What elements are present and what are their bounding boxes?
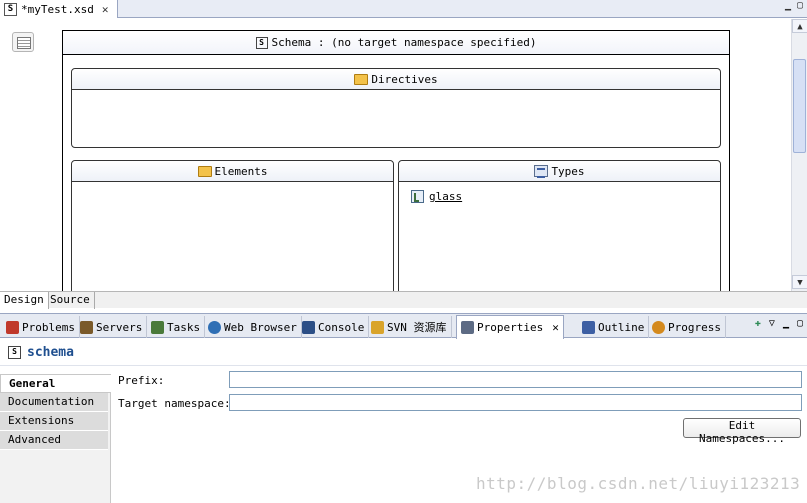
properties-title-bar: S schema <box>0 339 807 366</box>
globe-icon <box>208 320 221 334</box>
target-namespace-label: Target namespace: <box>118 397 231 410</box>
pin-icon[interactable]: ✚ <box>755 318 761 329</box>
schema-header-label: Schema : (no target namespace specified) <box>271 36 537 49</box>
scroll-down-icon[interactable]: ▼ <box>792 275 807 289</box>
editor-tab-label: *myTest.xsd <box>21 2 94 16</box>
view-buttons: ✚ ▽ ▁ ▢ <box>755 318 803 329</box>
close-icon[interactable]: ✕ <box>102 3 109 16</box>
properties-section-list: General Documentation Extensions Advance… <box>0 374 111 503</box>
design-canvas: S Schema : (no target namespace specifie… <box>0 19 791 291</box>
scroll-thumb[interactable] <box>793 59 806 153</box>
minimize-icon[interactable]: ▁ <box>783 318 789 329</box>
editor-tab-strip: S *myTest.xsd ✕ ▁ ▢ <box>0 0 807 18</box>
tab-label: Progress <box>668 320 721 334</box>
tab-design[interactable]: Design <box>0 292 49 309</box>
prefix-field[interactable] <box>229 371 802 388</box>
prefix-label: Prefix: <box>118 374 165 387</box>
scroll-up-icon[interactable]: ▲ <box>792 19 807 33</box>
tab-label: SVN 资源库 <box>387 321 447 334</box>
tab-web-browser[interactable]: Web Browser <box>204 316 302 338</box>
type-item-label: glass <box>429 190 463 203</box>
view-tab-strip: Problems Servers Tasks Web Browser Conso… <box>0 313 807 339</box>
view-menu-icon[interactable]: ▽ <box>769 318 775 329</box>
tab-source[interactable]: Source <box>46 292 95 309</box>
types-panel[interactable]: Types glass <box>398 160 721 291</box>
elements-header: Elements <box>72 161 393 182</box>
progress-icon <box>652 320 665 334</box>
problems-icon <box>6 320 19 334</box>
directives-label: Directives <box>371 72 438 86</box>
servers-icon <box>80 320 93 334</box>
target-namespace-field[interactable] <box>229 394 802 411</box>
editor-window-buttons: ▁ ▢ <box>785 0 803 11</box>
elements-panel[interactable]: Elements <box>71 160 394 291</box>
outline-icon <box>582 320 595 334</box>
properties-title: schema <box>27 344 74 360</box>
directives-panel[interactable]: Directives <box>71 68 721 148</box>
tab-label: Problems <box>22 320 75 334</box>
tab-label: Console <box>318 320 365 334</box>
type-item-glass[interactable]: glass <box>411 190 462 203</box>
section-extensions[interactable]: Extensions <box>0 412 108 431</box>
tab-progress[interactable]: Progress <box>648 316 726 338</box>
watermark: http://blog.csdn.net/liuyi123213 <box>476 474 801 493</box>
section-general[interactable]: General <box>0 374 111 393</box>
tab-label: Properties <box>477 321 544 334</box>
element-folder-icon <box>197 165 212 177</box>
section-documentation[interactable]: Documentation <box>0 393 108 412</box>
maximize-icon[interactable]: ▢ <box>797 318 803 329</box>
tab-label: Servers <box>96 320 143 334</box>
minimize-icon[interactable]: ▁ <box>785 0 791 11</box>
properties-icon <box>461 321 474 334</box>
types-label: Types <box>551 164 585 178</box>
schema-header: S Schema : (no target namespace specifie… <box>63 31 729 55</box>
svn-icon <box>371 320 384 334</box>
vertical-scrollbar[interactable]: ▲ ▼ <box>791 19 807 291</box>
tasks-icon <box>151 320 164 334</box>
tab-servers[interactable]: Servers <box>76 316 148 338</box>
types-icon <box>534 165 549 178</box>
elements-label: Elements <box>214 164 268 178</box>
tab-label: Outline <box>598 320 645 334</box>
section-advanced[interactable]: Advanced <box>0 431 108 450</box>
design-source-tabs: Design Source <box>0 291 807 309</box>
directives-header: Directives <box>72 69 720 90</box>
schema-container: S Schema : (no target namespace specifie… <box>62 30 730 291</box>
tab-svn[interactable]: SVN 资源库 <box>367 316 452 338</box>
tab-label: Tasks <box>167 320 201 334</box>
palette-toggle-icon[interactable] <box>12 32 34 52</box>
tab-tasks[interactable]: Tasks <box>147 316 206 338</box>
tab-problems[interactable]: Problems <box>2 316 80 338</box>
close-icon[interactable]: ✕ <box>552 321 559 334</box>
tab-console[interactable]: Console <box>298 316 370 338</box>
complex-type-icon <box>411 190 424 203</box>
editor-tab-mytest[interactable]: S *myTest.xsd ✕ <box>0 0 118 18</box>
tab-label: Web Browser <box>224 320 297 334</box>
edit-namespaces-button[interactable]: Edit Namespaces... <box>683 418 801 445</box>
maximize-icon[interactable]: ▢ <box>797 0 803 11</box>
schema-file-icon: S <box>4 2 17 16</box>
schema-icon: S <box>255 36 268 49</box>
tab-properties[interactable]: Properties ✕ <box>456 315 564 339</box>
schema-icon: S <box>8 345 21 359</box>
console-icon <box>302 320 315 334</box>
folder-icon <box>354 73 369 85</box>
types-header: Types <box>399 161 720 182</box>
tab-outline[interactable]: Outline <box>578 316 650 338</box>
